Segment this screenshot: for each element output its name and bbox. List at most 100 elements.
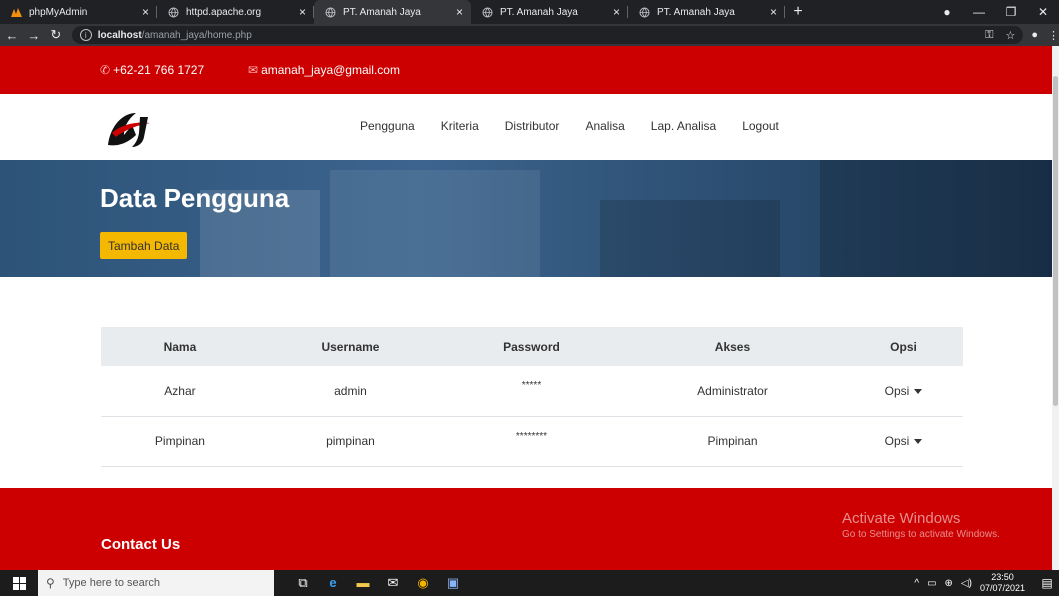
- caret-down-icon: [914, 439, 923, 445]
- start-button[interactable]: [0, 576, 38, 590]
- back-icon[interactable]: ←: [2, 28, 22, 43]
- profile-menu-icon[interactable]: ●: [931, 5, 963, 19]
- page-scrollbar[interactable]: [1052, 46, 1059, 570]
- tab-title: PT. Amanah Jaya: [657, 6, 735, 18]
- brand-logo[interactable]: [102, 107, 158, 151]
- cell-nama: Azhar: [101, 366, 259, 417]
- system-clock[interactable]: 23:50 07/07/2021: [980, 572, 1025, 594]
- clock-time: 23:50: [991, 572, 1014, 582]
- phone-info: ✆ +62-21 766 1727: [100, 63, 204, 77]
- caret-down-icon: [914, 389, 923, 395]
- phone-number: +62-21 766 1727: [113, 63, 205, 77]
- tab-amanah-jaya-2[interactable]: PT. Amanah Jaya ×: [471, 0, 628, 24]
- users-table: Nama Username Password Akses Opsi Azhar …: [101, 327, 963, 467]
- url-input[interactable]: i localhost/amanah_jaya/home.php ⚿ ☆: [71, 26, 1024, 44]
- taskbar-apps: ⧉ e ▬ ✉ ◉ ▣: [288, 575, 468, 591]
- volume-icon[interactable]: ◁): [961, 578, 972, 589]
- hero-banner: Data Pengguna Tambah Data: [0, 160, 1052, 277]
- scrollbar-thumb[interactable]: [1053, 76, 1058, 406]
- globe-icon: [167, 6, 180, 19]
- hero-background: [600, 200, 780, 277]
- cell-opsi: Opsi: [844, 416, 963, 467]
- tab-title: httpd.apache.org: [186, 6, 262, 18]
- window-controls: ● — ❐ ✕: [931, 0, 1059, 24]
- browser-tab-strip: phpMyAdmin × httpd.apache.org × PT. Aman…: [0, 0, 1059, 24]
- cell-username: admin: [258, 366, 443, 417]
- opsi-label: Opsi: [884, 383, 910, 398]
- tab-httpd[interactable]: httpd.apache.org ×: [157, 0, 314, 24]
- web-page: ✆ +62-21 766 1727 ✉ amanah_jaya@gmail.com …: [0, 46, 1052, 570]
- cell-password: ********: [442, 416, 621, 467]
- opsi-dropdown-button[interactable]: Opsi: [885, 384, 923, 398]
- chrome-icon[interactable]: ◉: [408, 575, 438, 591]
- globe-icon: [481, 6, 494, 19]
- hero-background: [820, 160, 1052, 277]
- plus-icon: +: [793, 3, 803, 20]
- edge-icon[interactable]: e: [318, 575, 348, 591]
- menu-distributor[interactable]: Distributor: [505, 119, 560, 133]
- battery-icon[interactable]: ▭: [927, 578, 936, 589]
- tab-phpmyadmin[interactable]: phpMyAdmin ×: [0, 0, 157, 24]
- globe-icon: [324, 6, 337, 19]
- cell-username: pimpinan: [258, 416, 443, 467]
- profile-icon[interactable]: ●: [1031, 29, 1038, 42]
- windows-taskbar: ⚲ Type here to search ⧉ e ▬ ✉ ◉ ▣ ^ ▭ ⊕ …: [0, 570, 1059, 596]
- search-icon: ⚲: [46, 576, 55, 590]
- site-navbar: Pengguna Kriteria Distributor Analisa La…: [0, 94, 1052, 160]
- network-icon[interactable]: ⊕: [945, 578, 953, 589]
- opsi-dropdown-button[interactable]: Opsi: [885, 434, 923, 448]
- notification-icon[interactable]: ▤: [1035, 576, 1059, 590]
- column-header-akses: Akses: [620, 327, 845, 366]
- email-address: amanah_jaya@gmail.com: [261, 63, 400, 77]
- star-icon[interactable]: ☆: [1005, 29, 1015, 42]
- tab-close-icon[interactable]: ×: [770, 5, 777, 19]
- chevron-up-icon[interactable]: ^: [914, 578, 919, 589]
- menu-kriteria[interactable]: Kriteria: [441, 119, 479, 133]
- envelope-icon: ✉: [248, 63, 259, 77]
- restore-icon[interactable]: ❐: [995, 5, 1027, 19]
- search-placeholder: Type here to search: [62, 577, 161, 589]
- column-header-username: Username: [258, 327, 443, 366]
- taskbar-search-input[interactable]: ⚲ Type here to search: [38, 570, 274, 596]
- add-data-button[interactable]: Tambah Data: [100, 232, 188, 259]
- windows-logo-icon: [12, 576, 26, 590]
- mail-icon[interactable]: ✉: [378, 575, 408, 591]
- reload-icon[interactable]: ↻: [46, 27, 66, 43]
- address-bar: ← → ↻ i localhost/amanah_jaya/home.php ⚿…: [0, 24, 1059, 46]
- menu-lap-analisa[interactable]: Lap. Analisa: [651, 119, 716, 133]
- phpmyadmin-icon: [10, 6, 23, 19]
- file-explorer-icon[interactable]: ▬: [348, 575, 378, 591]
- minimize-icon[interactable]: —: [963, 5, 995, 19]
- info-icon[interactable]: i: [79, 29, 92, 41]
- key-icon[interactable]: ⚿: [985, 29, 993, 42]
- table-row: Azhar admin ***** Administrator Opsi: [101, 366, 963, 417]
- tab-amanah-jaya-active[interactable]: PT. Amanah Jaya ×: [314, 0, 471, 24]
- menu-analisa[interactable]: Analisa: [585, 119, 624, 133]
- new-tab-button[interactable]: +: [785, 0, 811, 24]
- kebab-menu-icon[interactable]: ⋮: [1048, 29, 1059, 42]
- column-header-opsi: Opsi: [844, 327, 963, 366]
- menu-logout[interactable]: Logout: [742, 119, 779, 133]
- app-icon[interactable]: ▣: [438, 575, 468, 591]
- forward-icon[interactable]: →: [24, 28, 44, 43]
- system-tray: ^ ▭ ⊕ ◁) 23:50 07/07/2021 ▤: [914, 570, 1059, 596]
- watermark-line-2: Go to Settings to activate Windows.: [842, 529, 1000, 540]
- tab-amanah-jaya-3[interactable]: PT. Amanah Jaya ×: [628, 0, 785, 24]
- opsi-label: Opsi: [884, 434, 910, 448]
- tab-separator: [784, 6, 785, 18]
- close-window-icon[interactable]: ✕: [1027, 5, 1059, 19]
- column-header-password: Password: [442, 327, 621, 366]
- email-info: ✉ amanah_jaya@gmail.com: [248, 63, 400, 77]
- watermark-line-1: Activate Windows: [842, 510, 961, 527]
- screen: phpMyAdmin × httpd.apache.org × PT. Aman…: [0, 0, 1059, 596]
- menu-pengguna[interactable]: Pengguna: [360, 119, 415, 133]
- page-title: Data Pengguna: [100, 183, 290, 213]
- url-host: localhost: [97, 29, 142, 41]
- tab-title: phpMyAdmin: [29, 6, 88, 18]
- tab-close-icon[interactable]: ×: [142, 5, 149, 19]
- task-view-icon[interactable]: ⧉: [288, 575, 318, 591]
- cell-password: *****: [442, 366, 621, 417]
- tab-close-icon[interactable]: ×: [613, 5, 620, 19]
- tab-close-icon[interactable]: ×: [456, 5, 463, 19]
- tab-close-icon[interactable]: ×: [299, 5, 306, 19]
